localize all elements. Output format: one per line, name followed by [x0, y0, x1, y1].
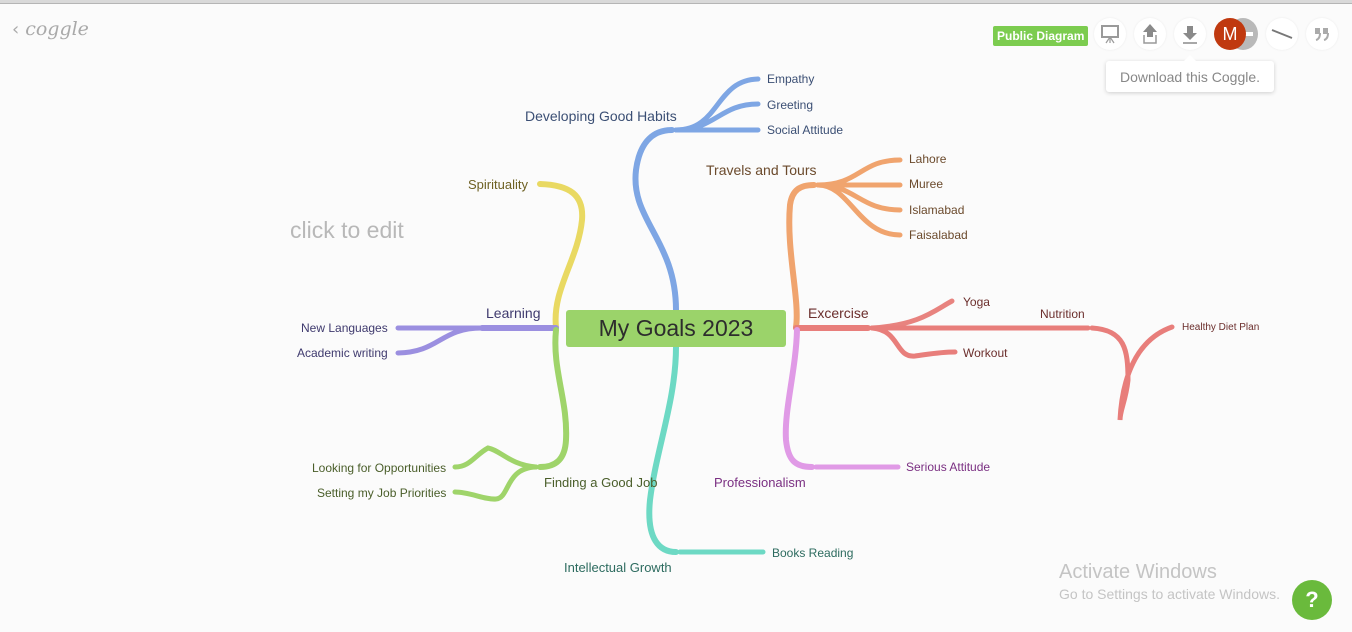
branch-academic-writing[interactable]	[395, 325, 485, 356]
branch-setting-job-priorities[interactable]	[452, 464, 539, 502]
node-books-reading[interactable]: Books Reading	[772, 546, 853, 560]
branch-finding-a-good-job[interactable]	[537, 327, 570, 470]
node-intellectual-growth[interactable]: Intellectual Growth	[564, 560, 672, 575]
node-developing-good-habits[interactable]: Developing Good Habits	[525, 108, 677, 124]
node-professionalism[interactable]: Professionalism	[714, 475, 806, 490]
user-avatar[interactable]: M	[1214, 18, 1246, 50]
branch-intellectual-growth[interactable]	[646, 344, 679, 555]
help-icon: ?	[1305, 587, 1319, 612]
root-node[interactable]: My Goals 2023	[566, 310, 786, 347]
node-healthy-diet-plan[interactable]: Healthy Diet Plan	[1182, 322, 1259, 333]
node-finding-a-good-job[interactable]: Finding a Good Job	[544, 475, 657, 490]
node-empathy[interactable]: Empathy	[767, 72, 814, 86]
branch-spirituality[interactable]	[537, 181, 586, 330]
node-setting-job-priorities[interactable]: Setting my Job Priorities	[317, 486, 446, 500]
branch-lahore[interactable]	[815, 157, 903, 188]
node-social-attitude[interactable]: Social Attitude	[767, 123, 843, 137]
node-nutrition[interactable]: Nutrition	[1040, 307, 1085, 321]
node-spirituality[interactable]: Spirituality	[468, 177, 528, 192]
node-workout[interactable]: Workout	[963, 346, 1007, 360]
node-faisalabad[interactable]: Faisalabad	[909, 228, 968, 242]
node-excercise[interactable]: Excercise	[808, 305, 869, 321]
branch-workout[interactable]	[869, 325, 958, 359]
activate-windows-title: Activate Windows	[1059, 561, 1217, 583]
node-academic-writing[interactable]: Academic writing	[297, 346, 388, 360]
node-serious-attitude[interactable]: Serious Attitude	[906, 460, 990, 474]
node-learning[interactable]: Learning	[486, 305, 541, 321]
branch-healthy-diet-plan[interactable]	[1089, 324, 1175, 421]
branch-looking-for-opportunities[interactable]	[452, 445, 539, 470]
activate-windows-subtitle: Go to Settings to activate Windows.	[1059, 586, 1280, 602]
branch-professionalism[interactable]	[782, 327, 815, 470]
node-travels-and-tours[interactable]: Travels and Tours	[706, 162, 817, 178]
node-lahore[interactable]: Lahore	[909, 152, 946, 166]
help-button[interactable]: ?	[1292, 580, 1332, 620]
node-muree[interactable]: Muree	[909, 177, 943, 191]
node-greeting[interactable]: Greeting	[767, 98, 813, 112]
node-looking-for-opportunities[interactable]: Looking for Opportunities	[312, 461, 446, 475]
node-islamabad[interactable]: Islamabad	[909, 203, 964, 217]
node-yoga[interactable]: Yoga	[963, 295, 990, 309]
node-new-languages[interactable]: New Languages	[301, 321, 388, 335]
branch-yoga[interactable]	[869, 298, 955, 331]
branch-developing-good-habits[interactable]	[632, 127, 679, 313]
